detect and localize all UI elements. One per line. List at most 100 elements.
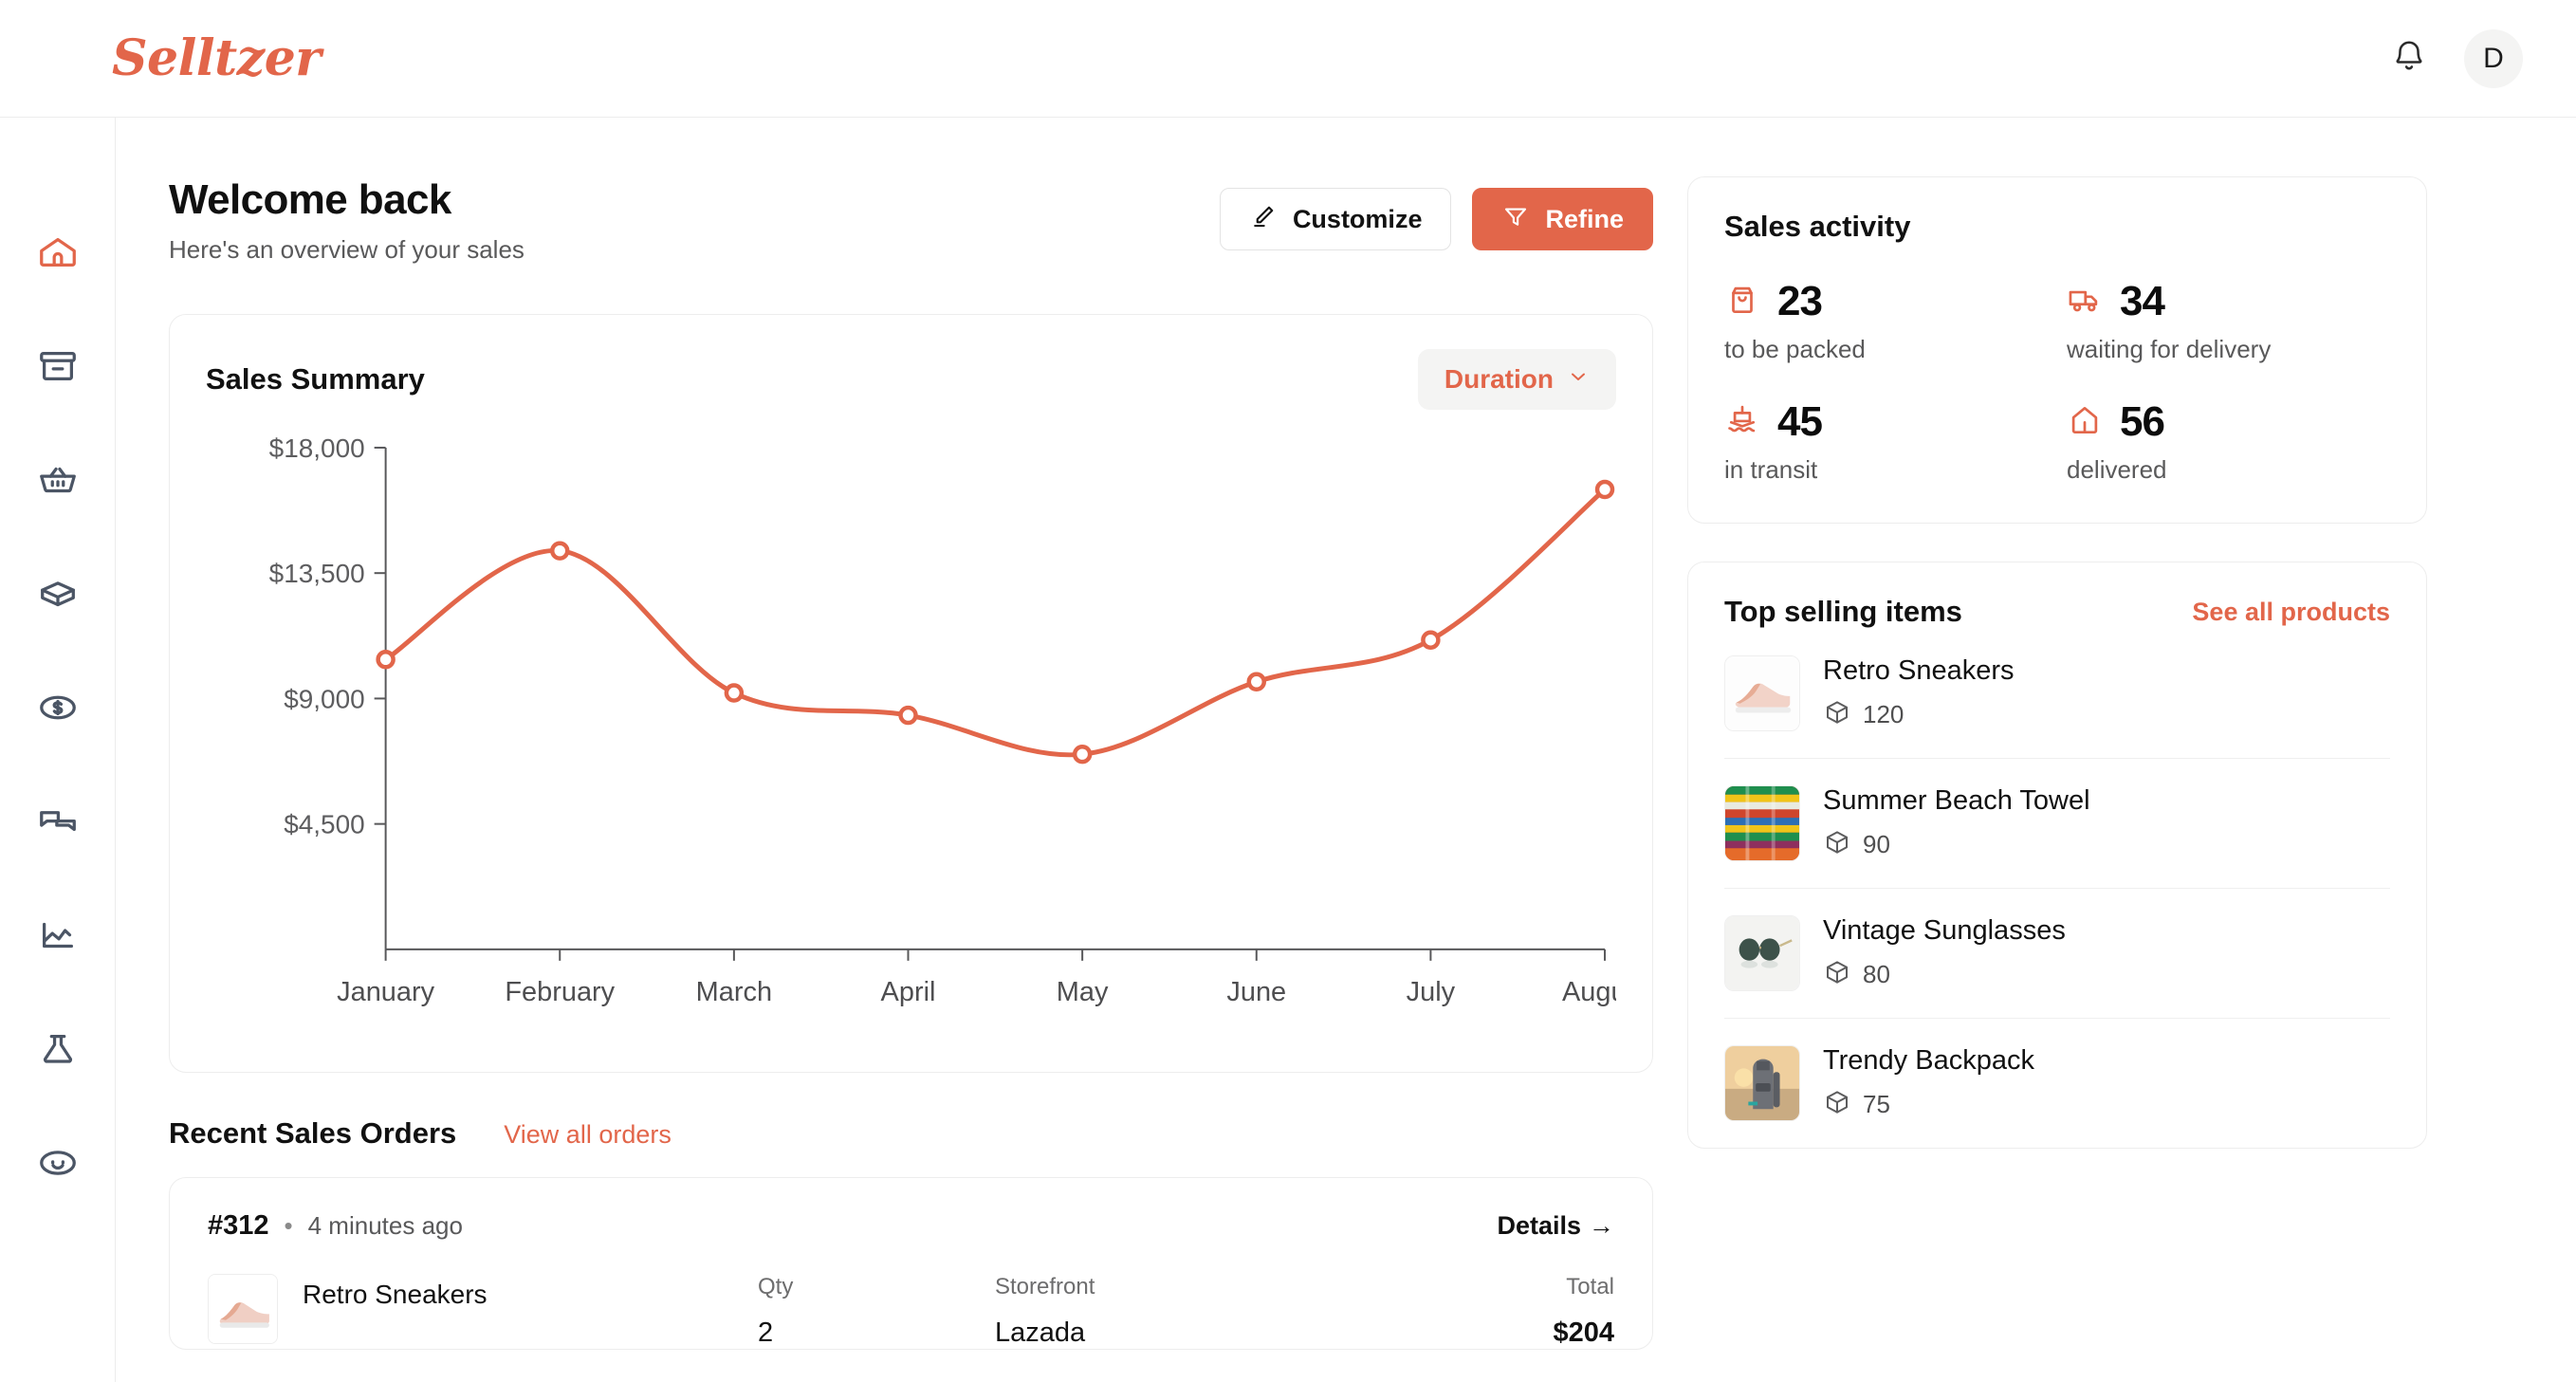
customize-label: Customize	[1292, 204, 1423, 233]
see-all-products-link[interactable]: See all products	[2192, 598, 2390, 627]
sidebar-item-home[interactable]	[0, 195, 116, 309]
main-content: Welcome back Here's an overview of your …	[116, 118, 2576, 1382]
x-axis-tick-label: June	[1226, 977, 1286, 1007]
sales-activity-title: Sales activity	[1724, 210, 1911, 243]
duration-dropdown[interactable]: Duration	[1417, 349, 1616, 410]
order-card: #312 • 4 minutes ago Details → Retro Sne…	[169, 1177, 1653, 1350]
stat-label: waiting for delivery	[2067, 335, 2272, 363]
product-info: Retro Sneakers 120	[1823, 655, 2015, 731]
order-qty-column: Qty 2	[758, 1274, 995, 1349]
sidebar-item-support[interactable]	[0, 1106, 116, 1220]
sidebar-item-inventory[interactable]	[0, 309, 116, 423]
shopping-bag-icon	[1724, 282, 1760, 322]
home-icon	[36, 230, 80, 274]
list-item[interactable]: Trendy Backpack 75	[1724, 1018, 2390, 1148]
stat-to-be-packed[interactable]: 23 to be packed	[1724, 278, 2048, 364]
top-selling-header: Top selling items See all products	[1724, 595, 2390, 629]
chart-data-point[interactable]	[376, 650, 396, 670]
order-product-thumbnail	[208, 1274, 278, 1344]
package-icon	[1823, 958, 1851, 991]
top-bar-actions: D	[2388, 28, 2523, 88]
product-name: Summer Beach Towel	[1823, 785, 2090, 816]
product-thumbnail	[1724, 915, 1800, 991]
page-actions: Customize Refine	[1219, 176, 1653, 250]
smiley-icon	[36, 1141, 80, 1185]
product-info: Summer Beach Towel 90	[1823, 785, 2090, 861]
order-separator: •	[284, 1211, 293, 1240]
order-total-column: Total $204	[1377, 1274, 1614, 1349]
sidebar-item-products[interactable]	[0, 537, 116, 651]
chart-data-point[interactable]	[1421, 630, 1441, 650]
order-line-item: Retro Sneakers Qty 2 Storefront Lazada T…	[208, 1274, 1614, 1349]
sidebar-item-experiments[interactable]	[0, 992, 116, 1106]
x-axis-tick-label: February	[505, 977, 615, 1007]
x-axis-tick-label: March	[696, 977, 772, 1007]
product-stock: 80	[1823, 958, 2066, 991]
order-details-link[interactable]: Details →	[1497, 1211, 1614, 1241]
view-all-orders-link[interactable]: View all orders	[504, 1120, 672, 1150]
y-axis-tick-label: $4,500	[284, 810, 364, 839]
stat-delivered[interactable]: 56 delivered	[2067, 398, 2390, 485]
product-name: Trendy Backpack	[1823, 1045, 2034, 1076]
avatar-initial: D	[2483, 42, 2504, 74]
sales-chart: $18,000 $13,500 $9,000 $4,500 January Februar…	[206, 427, 1616, 1033]
order-storefront-column: Storefront Lazada	[995, 1274, 1232, 1349]
bell-icon	[2391, 38, 2427, 79]
towel-thumb-icon	[1725, 786, 1799, 860]
product-info: Vintage Sunglasses 80	[1823, 915, 2066, 991]
product-stock-value: 90	[1863, 830, 1890, 858]
product-name: Retro Sneakers	[1823, 655, 2015, 686]
product-thumbnail	[1724, 655, 1800, 731]
y-axis-tick-label: $13,500	[269, 559, 365, 588]
stat-in-transit[interactable]: 45 in transit	[1724, 398, 2048, 485]
package-icon	[36, 572, 80, 616]
chart-data-point[interactable]	[898, 705, 918, 726]
package-icon	[1823, 1088, 1851, 1121]
backpack-thumb-icon	[1725, 1046, 1799, 1120]
chat-bubbles-icon	[36, 800, 80, 843]
product-stock-value: 80	[1863, 960, 1890, 988]
sidebar	[0, 118, 116, 1382]
order-qty-value: 2	[758, 1318, 774, 1348]
sidebar-item-finance[interactable]	[0, 651, 116, 765]
stat-value: 56	[2120, 398, 2165, 445]
order-card-header: #312 • 4 minutes ago Details →	[208, 1210, 1614, 1242]
page-title-block: Welcome back Here's an overview of your …	[169, 176, 524, 265]
recent-orders-header: Recent Sales Orders View all orders	[169, 1116, 1653, 1151]
notifications-button[interactable]	[2388, 38, 2430, 80]
chart-data-point[interactable]	[550, 541, 570, 561]
order-product-name: Retro Sneakers	[303, 1280, 488, 1309]
stat-label: in transit	[1724, 455, 1818, 484]
list-item[interactable]: Vintage Sunglasses 80	[1724, 888, 2390, 1018]
sunglasses-thumb-icon	[1725, 916, 1799, 990]
refine-button[interactable]: Refine	[1472, 188, 1653, 250]
product-info: Trendy Backpack 75	[1823, 1045, 2034, 1121]
chart-data-point[interactable]	[1594, 479, 1615, 500]
house-icon	[2067, 402, 2103, 443]
top-selling-title: Top selling items	[1724, 595, 1962, 628]
stat-label: delivered	[2067, 455, 2167, 484]
left-column: Welcome back Here's an overview of your …	[169, 176, 1653, 1382]
sales-line-chart-svg: $18,000 $13,500 $9,000 $4,500 January Februar…	[269, 433, 1616, 1007]
avatar[interactable]: D	[2464, 28, 2523, 88]
stat-value: 34	[2120, 278, 2165, 324]
brand-logo[interactable]: Selltzer	[112, 29, 322, 87]
list-item[interactable]: Retro Sneakers 120	[1724, 629, 2390, 758]
sales-activity-card: Sales activity 23 to be packed 34 waitin…	[1687, 176, 2427, 524]
chart-data-point[interactable]	[1072, 744, 1093, 765]
pencil-icon	[1249, 202, 1278, 237]
page-subtitle: Here's an overview of your sales	[169, 235, 524, 264]
right-column: Sales activity 23 to be packed 34 waitin…	[1687, 176, 2427, 1382]
chart-line-series	[383, 487, 1608, 758]
stat-waiting-for-delivery[interactable]: 34 waiting for delivery	[2067, 278, 2390, 364]
x-axis-tick-label: May	[1057, 977, 1109, 1007]
sidebar-item-analytics[interactable]	[0, 878, 116, 992]
list-item[interactable]: Summer Beach Towel 90	[1724, 758, 2390, 888]
sidebar-item-orders[interactable]	[0, 423, 116, 537]
chart-data-point[interactable]	[724, 683, 745, 703]
sidebar-item-messages[interactable]	[0, 765, 116, 878]
chart-data-point[interactable]	[1246, 672, 1266, 692]
order-id: #312	[208, 1210, 269, 1241]
customize-button[interactable]: Customize	[1219, 188, 1452, 250]
product-stock: 75	[1823, 1088, 2034, 1121]
